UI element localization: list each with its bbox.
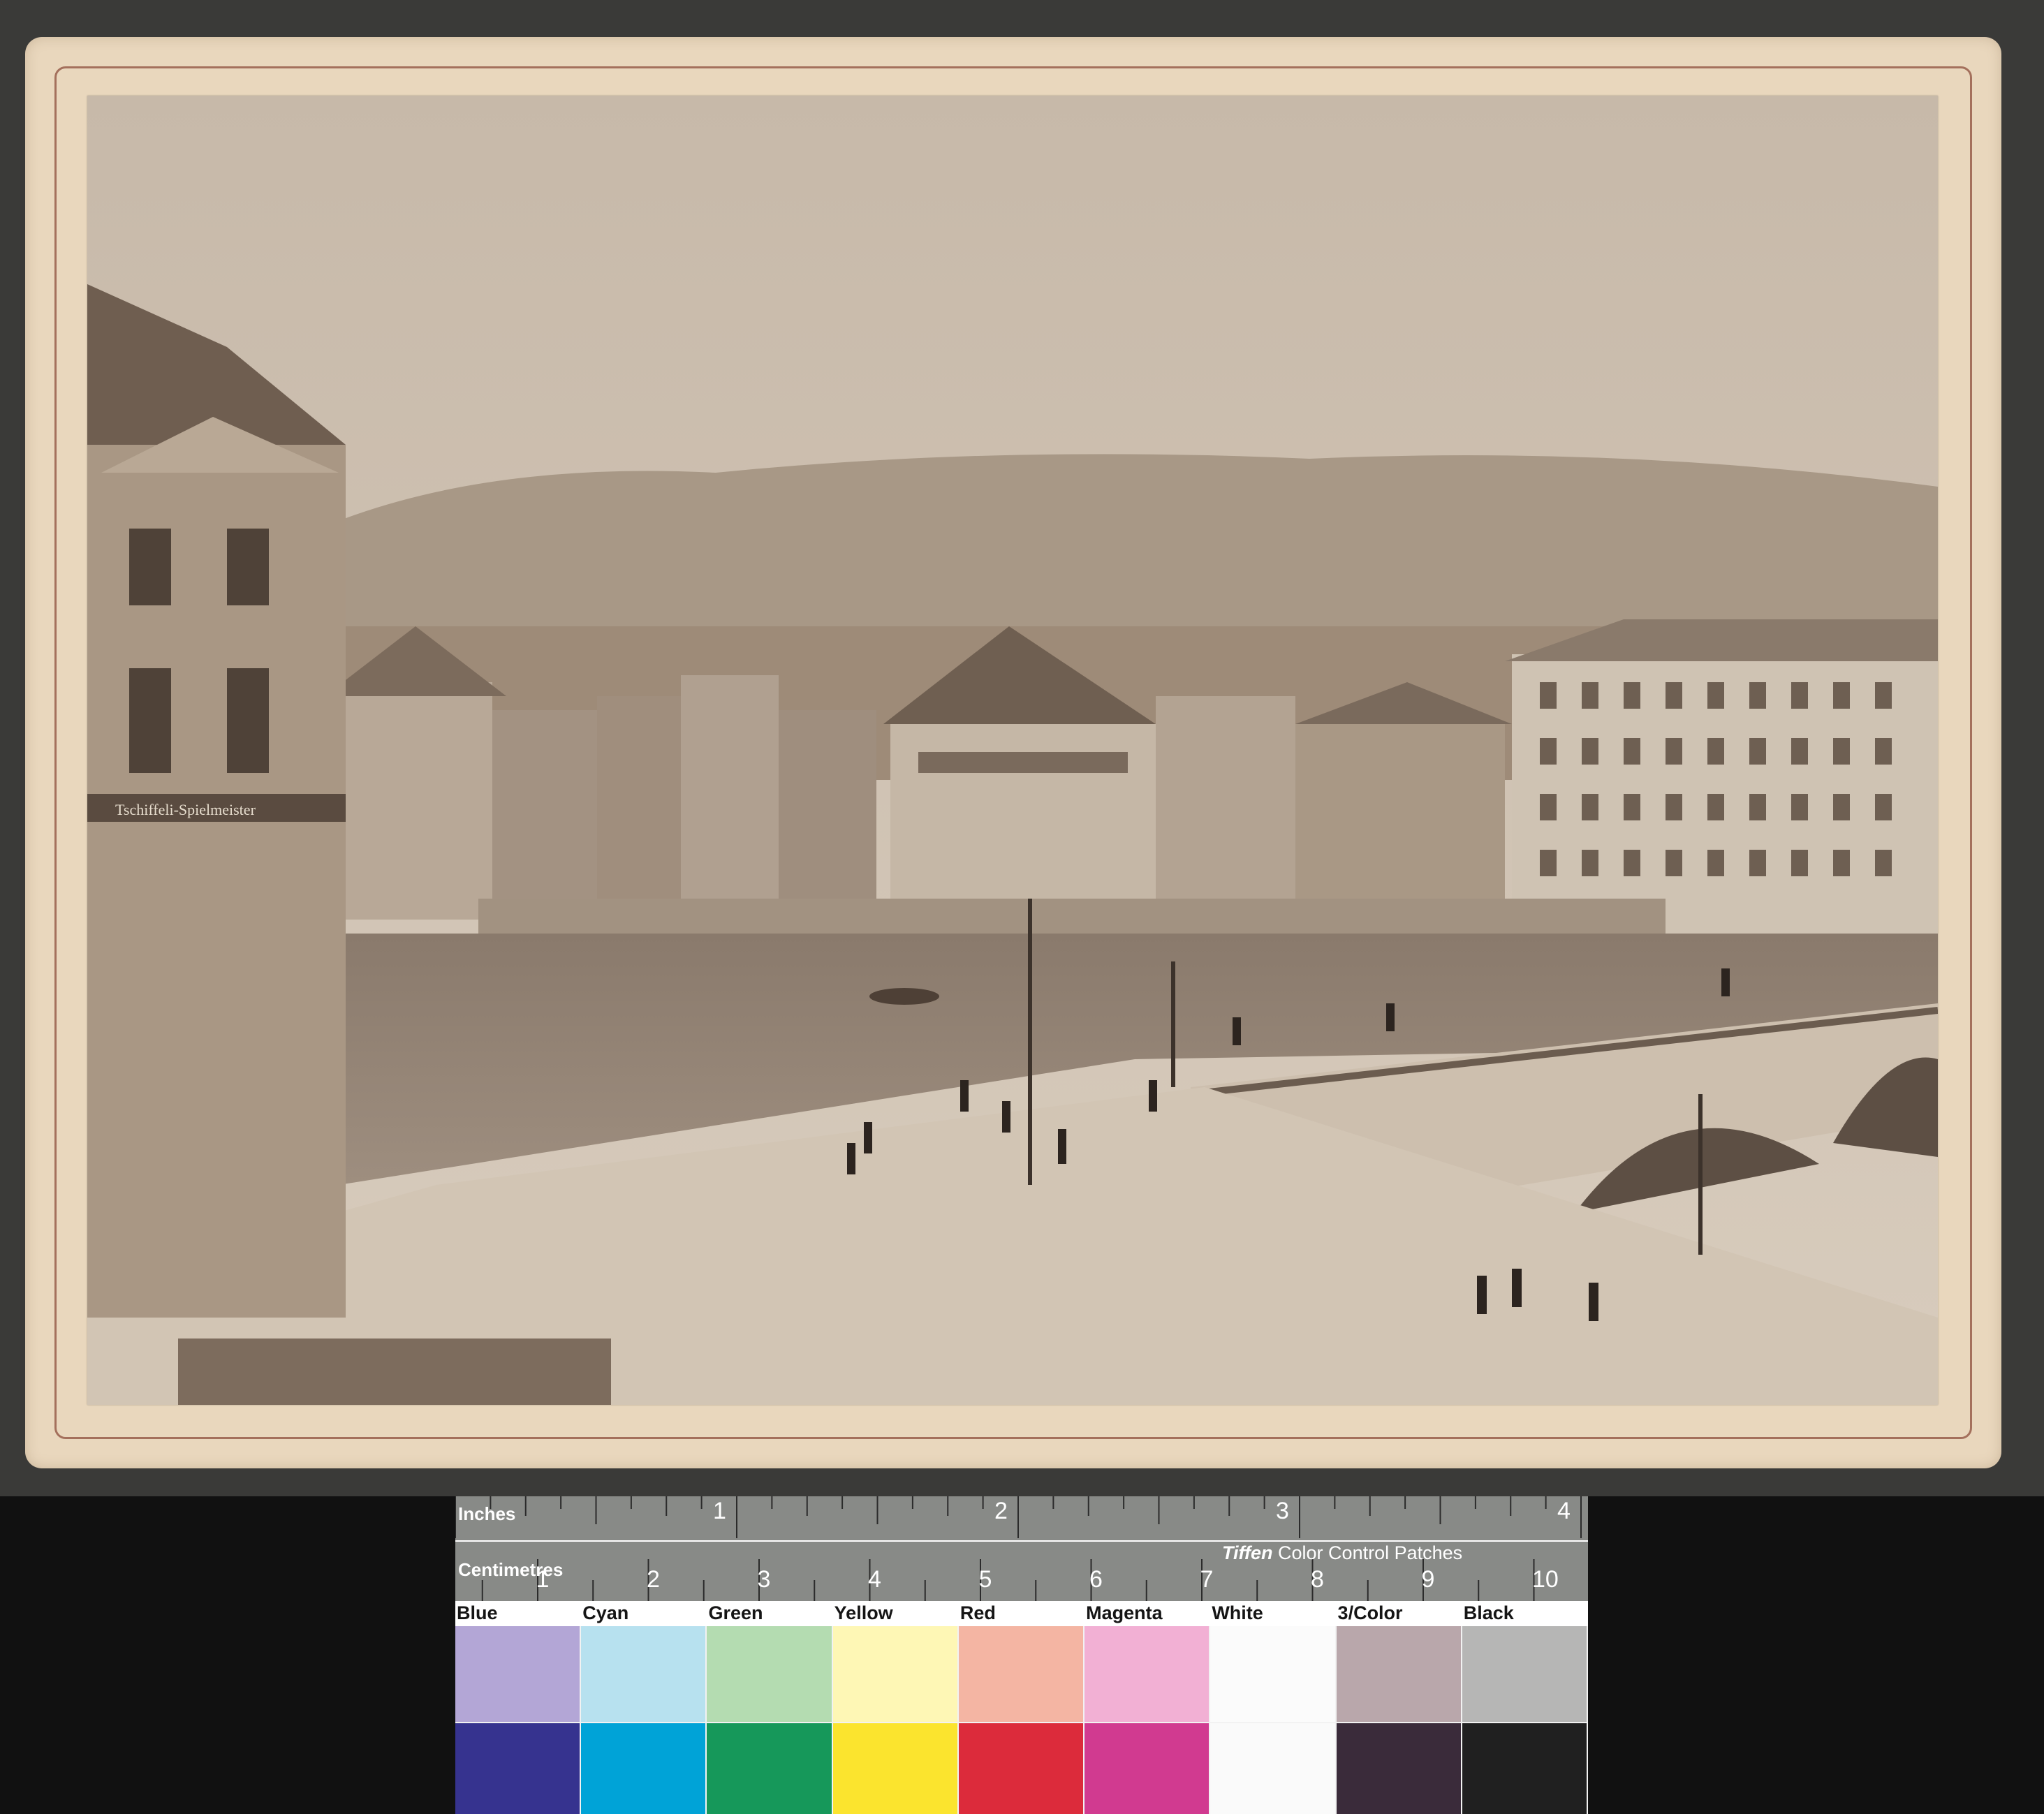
cm-number: 2 (647, 1566, 660, 1593)
color-patch-light (1085, 1626, 1210, 1722)
color-patch-dark (707, 1723, 832, 1814)
patch-label: White (1212, 1602, 1263, 1623)
color-patch-dark (581, 1723, 706, 1814)
inch-number: 3 (1276, 1498, 1289, 1524)
color-patch-dark (832, 1723, 957, 1814)
cm-number: 8 (1311, 1566, 1324, 1593)
patch-label: Green (708, 1602, 763, 1623)
color-patch-dark (1462, 1723, 1587, 1814)
color-patch-light (958, 1626, 1084, 1722)
patch-label-row: Blue Cyan Green Yellow Red Magenta White 3/Colo… (455, 1601, 1588, 1626)
inch-number: 2 (994, 1498, 1008, 1524)
tiffen-brand: Tiffen (1222, 1542, 1273, 1563)
color-patch-dark (958, 1723, 1084, 1814)
color-patch-light (581, 1626, 706, 1722)
color-calibration-target: Inches Centimetres Tiffen Color Control … (455, 1496, 1588, 1814)
color-patch-light (1462, 1626, 1587, 1722)
patch-label: Red (959, 1602, 996, 1623)
color-patch-light (455, 1626, 580, 1722)
patch-label: 3/Color (1337, 1602, 1403, 1623)
cm-number: 10 (1532, 1566, 1559, 1593)
river-city-scene: Tschiffeli-Spielmeister (87, 96, 1938, 1405)
color-patch-dark (1085, 1723, 1210, 1814)
color-patch-light (832, 1626, 957, 1722)
cm-number: 6 (1089, 1566, 1103, 1593)
color-patch-light (707, 1626, 832, 1722)
patch-label: Magenta (1086, 1602, 1163, 1623)
cm-number: 4 (868, 1566, 881, 1593)
patch-label: Blue (457, 1602, 498, 1623)
cm-number: 7 (1200, 1566, 1214, 1593)
inches-label: Inches (458, 1503, 516, 1524)
patch-label: Cyan (582, 1602, 629, 1623)
cm-number: 3 (757, 1566, 771, 1593)
patch-label: Black (1463, 1602, 1514, 1623)
patch-label: Yellow (834, 1602, 893, 1623)
cm-number: 9 (1421, 1566, 1435, 1593)
inch-number: 4 (1557, 1498, 1571, 1524)
color-patch-dark (1336, 1723, 1461, 1814)
historic-photograph: Tschiffeli-Spielmeister (87, 96, 1938, 1405)
measurement-ruler: Inches Centimetres Tiffen Color Control … (455, 1496, 1588, 1601)
rowing-boat (869, 988, 939, 1005)
color-patch-light (1210, 1626, 1335, 1722)
shop-sign: Tschiffeli-Spielmeister (115, 801, 256, 818)
tiffen-title: Tiffen Color Control Patches (1222, 1542, 1462, 1564)
color-patch-dark (455, 1723, 580, 1814)
tiffen-subtitle: Color Control Patches (1278, 1542, 1463, 1563)
cm-number: 1 (536, 1566, 550, 1593)
cm-number: 5 (978, 1566, 992, 1593)
wooden-hoarding (178, 1339, 611, 1405)
inch-number: 1 (713, 1498, 726, 1524)
color-patch-light (1336, 1626, 1461, 1722)
color-patch-dark (1210, 1723, 1335, 1814)
